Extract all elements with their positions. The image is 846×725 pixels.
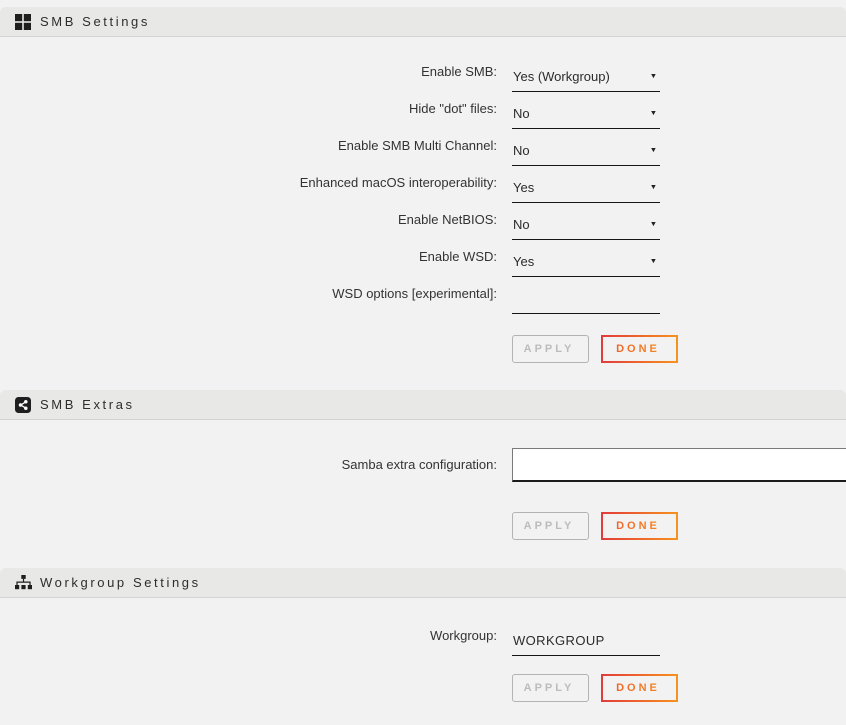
macos-interop-row: Enhanced macOS interoperability: Yes ▼ [0, 166, 846, 203]
netbios-row: Enable NetBIOS: No ▼ [0, 203, 846, 240]
workgroup-settings-section: Workgroup Settings Workgroup: APPLY DONE [0, 568, 846, 702]
done-button[interactable]: DONE [601, 674, 678, 702]
wsd-options-label: WSD options [experimental]: [0, 286, 497, 314]
workgroup-settings-header: Workgroup Settings [0, 568, 846, 598]
wsd-select[interactable]: Yes ▼ [512, 254, 660, 277]
section-title: SMB Extras [40, 397, 135, 412]
hide-dot-files-select[interactable]: No ▼ [512, 106, 660, 129]
smb-extras-header: SMB Extras [0, 390, 846, 420]
apply-button[interactable]: APPLY [512, 674, 589, 702]
apply-button[interactable]: APPLY [512, 512, 589, 540]
samba-extra-configuration-textarea[interactable] [512, 448, 846, 482]
netbios-label: Enable NetBIOS: [0, 212, 497, 240]
dropdown-caret-icon: ▼ [650, 147, 658, 154]
wsd-label: Enable WSD: [0, 249, 497, 277]
workgroup-label: Workgroup: [0, 628, 497, 656]
dropdown-caret-icon: ▼ [650, 184, 658, 191]
smb-settings-body: Enable SMB: Yes (Workgroup) ▼ Hide "dot"… [0, 37, 846, 363]
macos-interop-value: Yes [513, 180, 534, 195]
smb-extras-buttons: APPLY DONE [512, 512, 846, 540]
wsd-row: Enable WSD: Yes ▼ [0, 240, 846, 277]
smb-settings-buttons: APPLY DONE [512, 335, 846, 363]
wsd-options-input[interactable] [512, 291, 660, 314]
netbios-value: No [513, 217, 530, 232]
smb-settings-section: SMB Settings Enable SMB: Yes (Workgroup)… [0, 7, 846, 363]
wsd-value: Yes [513, 254, 534, 269]
section-title: SMB Settings [40, 14, 150, 29]
wsd-options-row: WSD options [experimental]: [0, 277, 846, 314]
enable-smb-row: Enable SMB: Yes (Workgroup) ▼ [0, 55, 846, 92]
dropdown-caret-icon: ▼ [650, 221, 658, 228]
smb-extras-body: Samba extra configuration: APPLY DONE [0, 420, 846, 540]
enable-smb-label: Enable SMB: [0, 64, 497, 92]
workgroup-input[interactable] [512, 633, 660, 656]
dropdown-caret-icon: ▼ [650, 258, 658, 265]
macos-interop-label: Enhanced macOS interoperability: [0, 175, 497, 203]
macos-interop-select[interactable]: Yes ▼ [512, 180, 660, 203]
netbios-select[interactable]: No ▼ [512, 217, 660, 240]
dropdown-caret-icon: ▼ [650, 73, 658, 80]
enable-smb-value: Yes (Workgroup) [513, 69, 610, 84]
smb-multi-channel-row: Enable SMB Multi Channel: No ▼ [0, 129, 846, 166]
hide-dot-files-row: Hide "dot" files: No ▼ [0, 92, 846, 129]
smb-settings-header: SMB Settings [0, 7, 846, 37]
hide-dot-files-value: No [513, 106, 530, 121]
done-button[interactable]: DONE [601, 335, 678, 363]
share-square-icon [14, 397, 32, 413]
smb-multi-channel-select[interactable]: No ▼ [512, 143, 660, 166]
samba-extra-label: Samba extra configuration: [0, 448, 497, 472]
smb-multi-channel-label: Enable SMB Multi Channel: [0, 138, 497, 166]
done-button[interactable]: DONE [601, 512, 678, 540]
hide-dot-files-label: Hide "dot" files: [0, 101, 497, 129]
smb-multi-channel-value: No [513, 143, 530, 158]
windows-icon [14, 14, 32, 30]
workgroup-settings-buttons: APPLY DONE [512, 674, 846, 702]
section-title: Workgroup Settings [40, 575, 201, 590]
samba-extra-row: Samba extra configuration: [0, 448, 846, 487]
smb-extras-section: SMB Extras Samba extra configuration: AP… [0, 390, 846, 540]
sitemap-icon [14, 575, 32, 591]
workgroup-settings-body: Workgroup: APPLY DONE [0, 598, 846, 702]
enable-smb-select[interactable]: Yes (Workgroup) ▼ [512, 69, 660, 92]
dropdown-caret-icon: ▼ [650, 110, 658, 117]
workgroup-row: Workgroup: [0, 619, 846, 656]
apply-button[interactable]: APPLY [512, 335, 589, 363]
